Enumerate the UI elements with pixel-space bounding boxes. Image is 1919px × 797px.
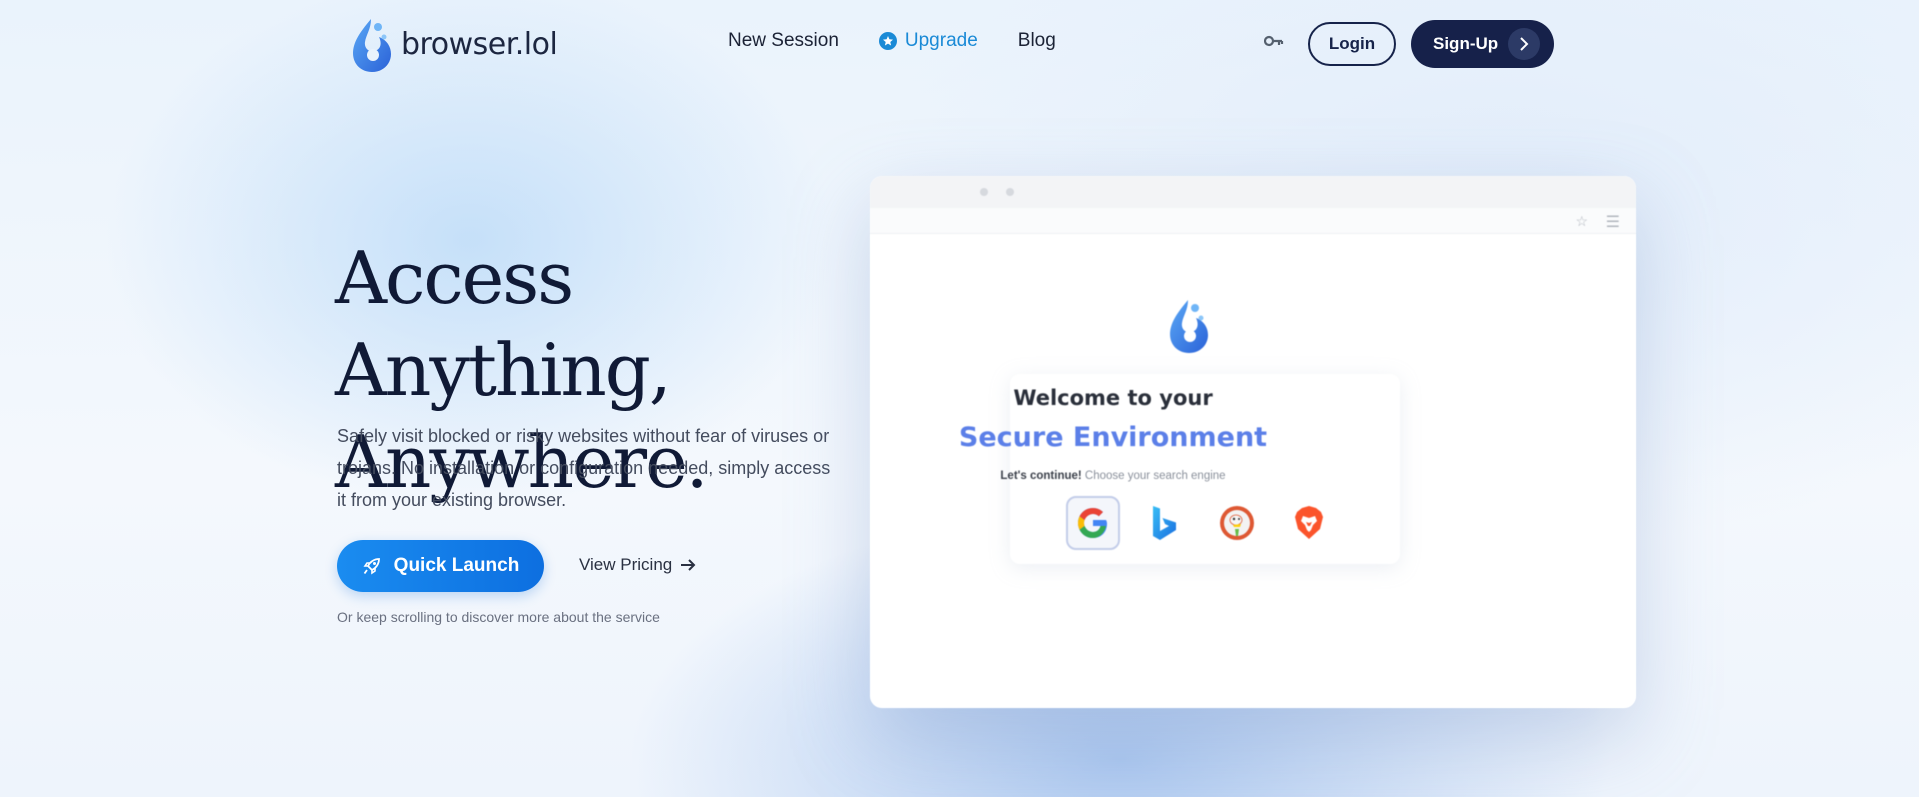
star-icon bbox=[878, 32, 897, 50]
mock-welcome-text: Welcome to your bbox=[1013, 386, 1213, 410]
droplet-logo-icon bbox=[1170, 300, 1208, 353]
quick-launch-label: Quick Launch bbox=[393, 555, 520, 576]
scroll-note: Or keep scrolling to discover more about… bbox=[337, 609, 660, 625]
hero-title-line1: Access Anything, bbox=[335, 236, 672, 412]
engine-brave bbox=[1282, 496, 1336, 550]
duckduckgo-icon bbox=[1220, 506, 1254, 540]
mock-continue-rest: Choose your search engine bbox=[1081, 470, 1226, 482]
droplet-logo-icon bbox=[353, 19, 391, 72]
chevron-right-icon bbox=[1508, 28, 1541, 60]
site-header: browser.lol New Session Upgrade Blog Log… bbox=[0, 0, 1919, 88]
bookmark-star-icon: ☆ bbox=[1575, 213, 1588, 229]
mock-continue-text: Let's continue! Choose your search engin… bbox=[870, 470, 1496, 482]
brand-name: browser.lol bbox=[401, 26, 558, 62]
hero-description: Safely visit blocked or risky websites w… bbox=[337, 426, 831, 510]
signup-label: Sign-Up bbox=[1433, 34, 1499, 53]
rocket-icon bbox=[363, 558, 380, 575]
brave-icon bbox=[1295, 506, 1323, 539]
nav-upgrade-label: Upgrade bbox=[904, 30, 978, 51]
window-dot bbox=[980, 188, 988, 196]
view-pricing-link[interactable]: View Pricing bbox=[579, 555, 696, 575]
login-button[interactable]: Login bbox=[1308, 22, 1396, 66]
signup-button[interactable]: Sign-Up bbox=[1411, 20, 1554, 68]
mock-content: Welcome to your Secure Environment Let's… bbox=[870, 234, 1636, 708]
nav-blog[interactable]: Blog bbox=[1018, 30, 1056, 52]
nav-new-session-label: New Session bbox=[728, 30, 839, 51]
menu-icon: ☰ bbox=[1605, 214, 1620, 231]
arrow-right-icon bbox=[681, 559, 696, 571]
main-nav: New Session Upgrade Blog bbox=[728, 30, 1056, 52]
view-pricing-label: View Pricing bbox=[579, 555, 673, 574]
engine-bing bbox=[1138, 496, 1192, 550]
mock-continue-bold: Let's continue! bbox=[1000, 470, 1082, 482]
search-engine-list bbox=[1066, 496, 1336, 550]
key-icon[interactable] bbox=[1263, 34, 1284, 52]
bing-icon bbox=[1153, 506, 1176, 540]
brand-logo[interactable]: browser.lol bbox=[349, 14, 558, 74]
engine-google bbox=[1066, 496, 1120, 550]
browser-mockup: ☆ ☰ Welcome to your Secure Environment L… bbox=[870, 176, 1636, 708]
nav-upgrade[interactable]: Upgrade bbox=[878, 30, 978, 52]
nav-blog-label: Blog bbox=[1017, 30, 1056, 51]
mock-titlebar bbox=[870, 176, 1636, 208]
google-icon bbox=[1078, 508, 1107, 538]
mock-secure-text: Secure Environment bbox=[958, 422, 1268, 453]
window-dot bbox=[1006, 188, 1014, 196]
engine-duckduckgo bbox=[1210, 496, 1264, 550]
nav-new-session[interactable]: New Session bbox=[728, 30, 839, 52]
quick-launch-button[interactable]: Quick Launch bbox=[337, 540, 544, 592]
mock-toolbar: ☆ ☰ bbox=[870, 208, 1636, 234]
